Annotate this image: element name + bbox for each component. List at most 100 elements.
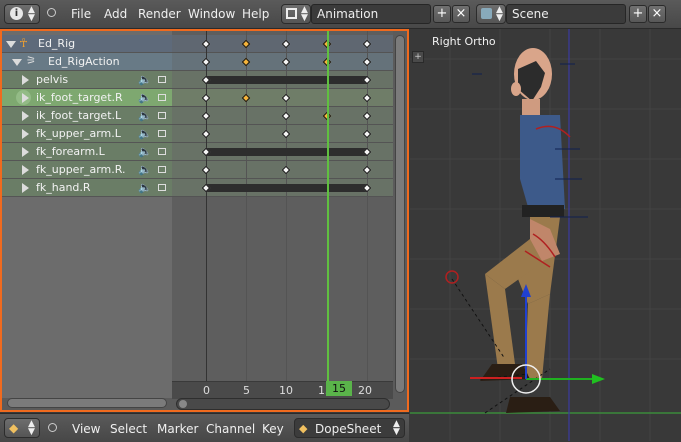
chevron-updown-icon: ▲ ▼	[393, 419, 400, 437]
add-layout-button[interactable]: +	[433, 5, 451, 23]
editor-mode-dropdown[interactable]: ◆ DopeSheet ▲ ▼	[294, 418, 405, 438]
expand-icon[interactable]	[22, 75, 29, 85]
channel-label: ik_foot_target.L	[36, 109, 122, 122]
character-figure	[480, 48, 565, 413]
current-frame-badge[interactable]: 15	[326, 381, 352, 396]
channel-row-ed-rig[interactable]: ☥ Ed_Rig	[2, 35, 172, 53]
expand-icon[interactable]	[22, 93, 29, 103]
editor-type-button[interactable]: ◆ ▲ ▼	[4, 418, 40, 438]
chevron-updown-icon: ▲ ▼	[301, 5, 308, 23]
speaker-icon[interactable]: 🔈	[138, 109, 152, 122]
menu-render[interactable]: Render	[138, 7, 181, 21]
armature-icon: ☥	[19, 36, 28, 50]
channel-row-fk-hand-r[interactable]: fk_hand.R 🔈	[2, 179, 172, 197]
scroll-handle[interactable]	[179, 400, 187, 408]
scene-name: Scene	[512, 7, 549, 21]
action-icon: ⚞	[26, 54, 36, 67]
hold-bar	[207, 76, 367, 84]
3d-viewport[interactable]: Right Ortho +	[410, 29, 681, 441]
channel-row-ed-rigaction[interactable]: ⚞ Ed_RigAction	[2, 53, 172, 71]
speaker-icon[interactable]: 🔈	[138, 145, 152, 158]
channel-label: Ed_Rig	[38, 37, 76, 50]
channel-row-ik-foot-target-l[interactable]: ik_foot_target.L 🔈	[2, 107, 172, 125]
channel-list: ☥ Ed_Rig ⚞ Ed_RigAction pelvis 🔈 ik_foot…	[2, 31, 172, 398]
hold-bar	[207, 184, 367, 192]
channel-label: pelvis	[36, 73, 69, 86]
speaker-icon[interactable]: 🔈	[138, 163, 152, 176]
layout-icon	[286, 8, 297, 19]
lock-icon[interactable]	[158, 112, 166, 119]
menu-add[interactable]: Add	[104, 7, 127, 21]
menu-file[interactable]: File	[71, 7, 91, 21]
chevron-updown-icon: ▲ ▼	[28, 5, 35, 23]
expand-icon[interactable]	[22, 129, 29, 139]
expand-icon[interactable]	[6, 41, 16, 48]
menu-channel[interactable]: Channel	[206, 422, 255, 436]
keyframe-area[interactable]	[172, 31, 393, 398]
expand-icon[interactable]	[22, 111, 29, 121]
current-frame-line[interactable]	[327, 31, 329, 397]
dopesheet-header: ◆ ▲ ▼ View Select Marker Channel Key ◆ Do…	[0, 413, 409, 442]
screen-layout-name: Animation	[317, 7, 379, 21]
lock-icon[interactable]	[158, 148, 166, 155]
scene-field[interactable]: Scene	[506, 4, 626, 24]
lock-icon[interactable]	[158, 184, 166, 191]
channel-label: fk_upper_arm.L	[36, 127, 121, 140]
scene-icon	[481, 8, 492, 19]
speaker-icon[interactable]: 🔈	[138, 73, 152, 86]
scene-button[interactable]: ▲ ▼	[476, 4, 506, 24]
viewport-canvas	[410, 29, 681, 441]
info-icon: i	[10, 7, 23, 20]
add-scene-button[interactable]: +	[629, 5, 647, 23]
chevron-updown-icon: ▲ ▼	[28, 419, 35, 437]
channel-row-pelvis[interactable]: pelvis 🔈	[2, 71, 172, 89]
lock-icon[interactable]	[158, 166, 166, 173]
delete-scene-button[interactable]: ×	[648, 5, 666, 23]
channel-label: ik_foot_target.R	[36, 91, 123, 104]
menu-marker[interactable]: Marker	[157, 422, 198, 436]
channel-label: fk_upper_arm.R.	[36, 163, 126, 176]
tick-label: 5	[243, 384, 250, 397]
channel-scrollbar[interactable]	[7, 398, 167, 408]
expand-icon[interactable]	[22, 165, 29, 175]
screen-layout-field[interactable]: Animation	[311, 4, 431, 24]
channel-label: Ed_RigAction	[48, 55, 120, 68]
chevron-updown-icon: ▲ ▼	[496, 5, 503, 23]
expand-icon[interactable]	[12, 59, 22, 66]
menu-view[interactable]: View	[72, 422, 100, 436]
lock-icon[interactable]	[158, 94, 166, 101]
dopesheet-editor: ☥ Ed_Rig ⚞ Ed_RigAction pelvis 🔈 ik_foot…	[0, 29, 409, 412]
frame-ruler[interactable]: 0 5 10 15 20	[172, 381, 393, 399]
toolshelf-toggle-icon[interactable]: +	[412, 51, 424, 63]
tick-label: 0	[203, 384, 210, 397]
speaker-icon[interactable]: 🔈	[138, 91, 152, 104]
collapse-menu-icon[interactable]	[48, 423, 57, 432]
delete-layout-button[interactable]: ×	[452, 5, 470, 23]
channel-row-fk-forearm-l[interactable]: fk_forearm.L 🔈	[2, 143, 172, 161]
top-header: i ▲ ▼ File Add Render Window Help ▲ ▼ Anim…	[0, 0, 681, 29]
channel-row-ik-foot-target-r[interactable]: ik_foot_target.R 🔈	[2, 89, 172, 107]
expand-icon[interactable]	[22, 183, 29, 193]
lock-icon[interactable]	[158, 130, 166, 137]
collapse-menu-icon[interactable]	[47, 8, 56, 17]
channel-row-fk-upper-arm-r[interactable]: fk_upper_arm.R. 🔈	[2, 161, 172, 179]
speaker-icon[interactable]: 🔈	[138, 127, 152, 140]
speaker-icon[interactable]: 🔈	[138, 181, 152, 194]
channel-label: fk_hand.R	[36, 181, 91, 194]
menu-key[interactable]: Key	[262, 422, 284, 436]
screen-layout-button[interactable]: ▲ ▼	[281, 4, 311, 24]
expand-icon[interactable]	[22, 147, 29, 157]
menu-select[interactable]: Select	[110, 422, 147, 436]
lock-icon[interactable]	[158, 76, 166, 83]
vertical-scrollbar[interactable]	[395, 35, 405, 393]
dopesheet-mode-icon: ◆	[299, 422, 308, 435]
timeline-scrollbar[interactable]	[176, 398, 390, 410]
menu-help[interactable]: Help	[242, 7, 269, 21]
editor-mode-label: DopeSheet	[315, 422, 382, 436]
tick-label: 20	[358, 384, 372, 397]
channel-label: fk_forearm.L	[36, 145, 105, 158]
info-editor-type-button[interactable]: i ▲ ▼	[4, 4, 40, 24]
dopesheet-icon: ◆	[9, 421, 19, 435]
channel-row-fk-upper-arm-l[interactable]: fk_upper_arm.L 🔈	[2, 125, 172, 143]
menu-window[interactable]: Window	[188, 7, 235, 21]
